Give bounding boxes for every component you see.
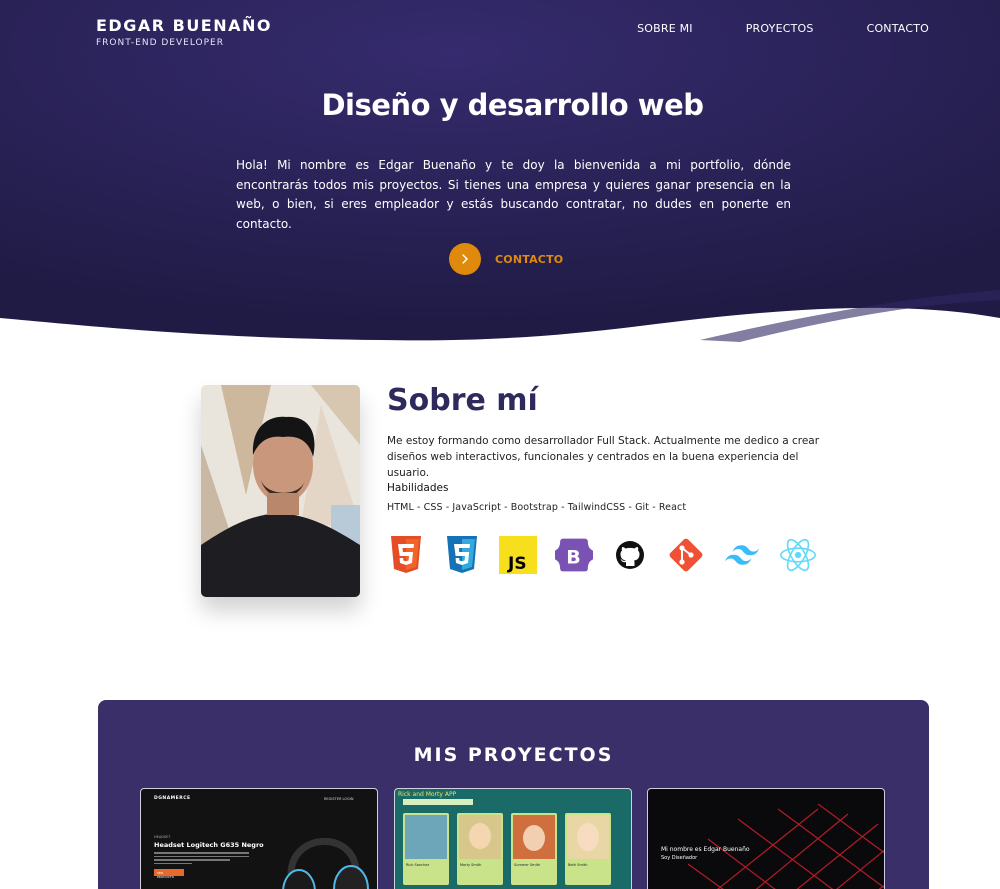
character-card: Summer Smith xyxy=(511,813,557,885)
skills-list: HTML - CSS - JavaScript - Bootstrap - Ta… xyxy=(387,502,687,513)
projects-section: MIS PROYECTOS DGNAMERCE REGISTER LOGIN H… xyxy=(98,700,929,889)
project-card-brand: DGNAMERCE xyxy=(154,796,191,801)
about-title: Sobre mí xyxy=(387,383,538,418)
main-nav: SOBRE MI PROYECTOS CONTACTO xyxy=(637,22,929,35)
tailwindcss-icon xyxy=(723,535,761,575)
project-card-line-1: Mi nombre es Edgar Buenaño xyxy=(661,846,750,853)
project-card-character-grid: Rick Sanchez Morty Smith Summer Smith Be… xyxy=(403,813,611,885)
contact-cta-button[interactable]: CONTACTO xyxy=(449,243,563,275)
project-card-portfolio[interactable]: Mi nombre es Edgar Buenaño Soy Diseñador xyxy=(647,788,885,889)
about-text: Me estoy formando como desarrollador Ful… xyxy=(387,435,820,479)
hero-title: Diseño y desarrollo web xyxy=(321,88,704,122)
projects-title: MIS PROYECTOS xyxy=(413,744,614,766)
character-card: Morty Smith xyxy=(457,813,503,885)
nav-link-contacto[interactable]: CONTACTO xyxy=(867,22,929,35)
project-card-button: VER PRODUCTO xyxy=(154,869,184,879)
svg-text:JS: JS xyxy=(507,554,527,574)
project-card-search-bar xyxy=(403,799,473,805)
nav-link-sobre-mi[interactable]: SOBRE MI xyxy=(637,22,693,35)
svg-text:B: B xyxy=(566,547,580,569)
git-icon xyxy=(667,535,705,575)
project-card-description xyxy=(154,852,249,866)
chevron-right-icon xyxy=(449,243,481,275)
portfolio-grid-background xyxy=(687,803,884,889)
skill-icons: JS B xyxy=(387,535,817,575)
character-card: Rick Sanchez xyxy=(403,813,449,885)
html5-icon xyxy=(387,535,425,575)
project-card-app-title: Rick and Morty APP xyxy=(398,791,457,798)
github-icon xyxy=(611,535,649,575)
headset-image xyxy=(282,838,369,889)
react-icon xyxy=(779,535,817,575)
css3-icon xyxy=(443,535,481,575)
hero-intro-text: Hola! Mi nombre es Edgar Buenaño y te do… xyxy=(236,158,791,231)
project-card-product: Headset Logitech G635 Negro xyxy=(154,841,264,849)
contact-cta-label: CONTACTO xyxy=(495,252,564,266)
project-card-tag: HEADSET xyxy=(154,835,171,839)
brand-name: EDGAR BUENAÑO xyxy=(96,16,272,35)
nav-link-proyectos[interactable]: PROYECTOS xyxy=(746,22,814,35)
bootstrap-icon: B xyxy=(555,535,593,575)
project-card-nav: REGISTER LOGIN xyxy=(324,797,354,801)
javascript-icon: JS xyxy=(499,535,537,575)
hero-section: EDGAR BUENAÑO FRONT-END DEVELOPER SOBRE … xyxy=(0,0,1000,345)
brand[interactable]: EDGAR BUENAÑO FRONT-END DEVELOPER xyxy=(96,16,272,48)
project-card-line-2: Soy Diseñador xyxy=(661,855,698,861)
project-card-rick-and-morty[interactable]: Rick and Morty APP Rick Sanchez Morty Sm… xyxy=(394,788,632,889)
skills-title: Habilidades xyxy=(387,482,449,494)
brand-role: FRONT-END DEVELOPER xyxy=(96,38,224,48)
project-card-ecommerce[interactable]: DGNAMERCE REGISTER LOGIN HEADSET Headset… xyxy=(140,788,378,889)
profile-photo xyxy=(201,385,360,597)
character-card: Beth Smith xyxy=(565,813,611,885)
